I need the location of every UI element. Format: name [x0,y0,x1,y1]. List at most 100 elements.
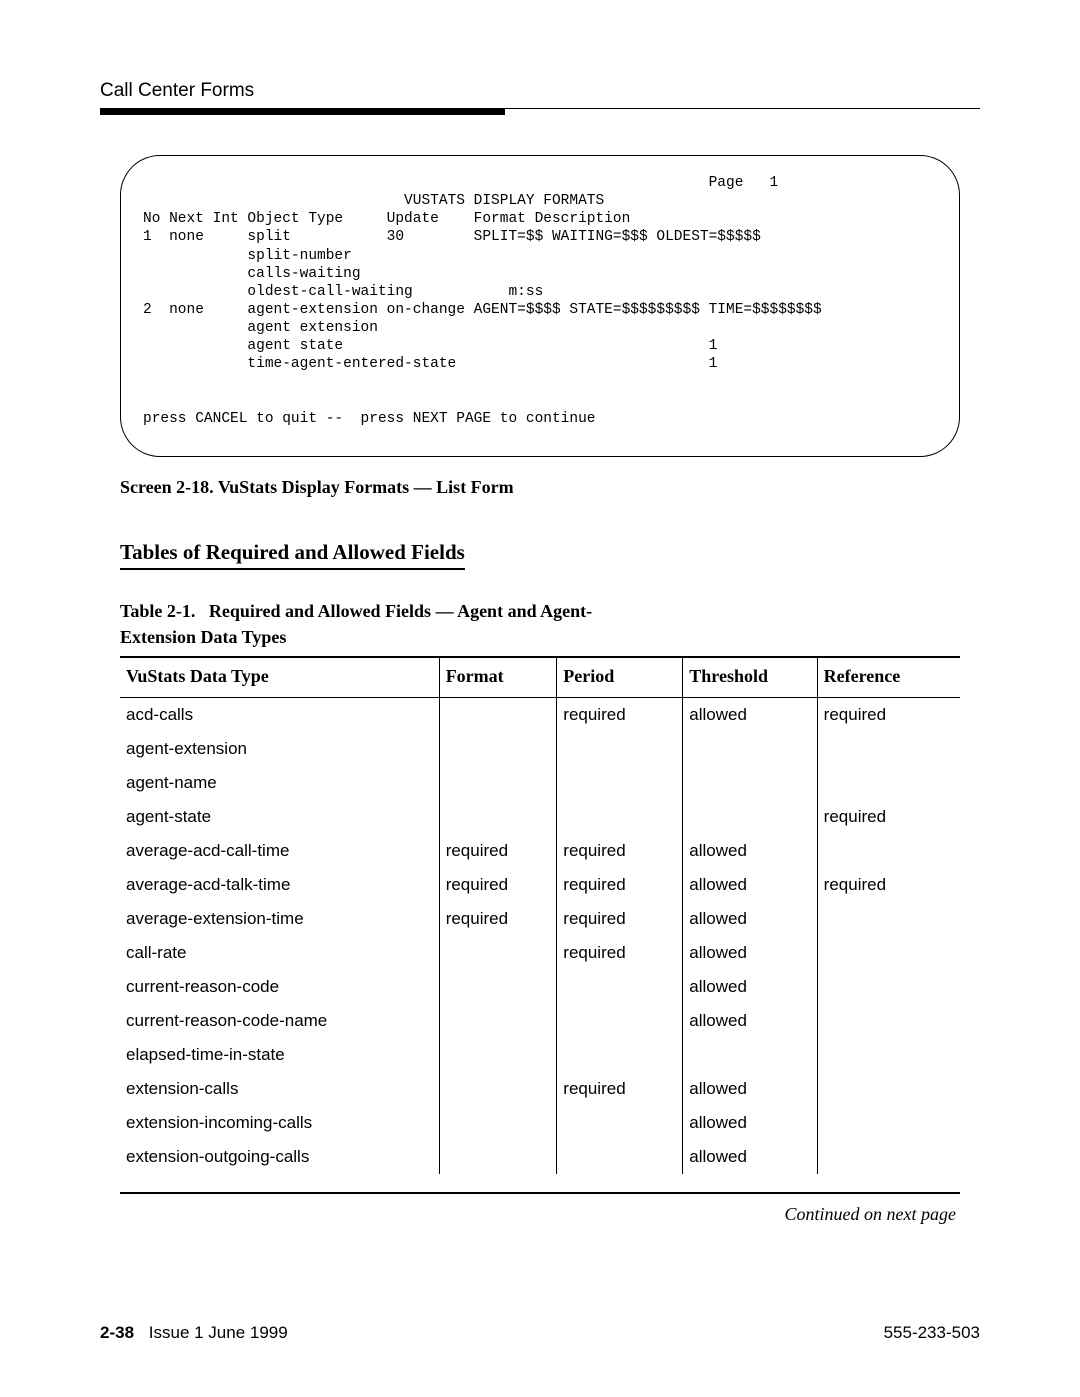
table-cell [557,1004,683,1038]
table-cell [557,766,683,800]
table-cell [817,936,960,970]
table-row: current-reason-codeallowed [120,970,960,1004]
table-caption-label: Table 2-1. [120,601,195,621]
table-cell: average-acd-call-time [120,834,439,868]
table-cell [817,834,960,868]
table-cell [557,1140,683,1174]
issue-text: Issue 1 June 1999 [149,1323,288,1342]
table-cell: extension-incoming-calls [120,1106,439,1140]
table-end-rule [120,1192,960,1194]
table-row: extension-outgoing-calls allowed [120,1140,960,1174]
table-cell: required [439,834,557,868]
table-row: average-acd-call-timerequiredrequiredall… [120,834,960,868]
table-row: elapsed-time-in-state [120,1038,960,1072]
table-cell [817,902,960,936]
table-cell: agent-extension [120,732,439,766]
table-row: average-acd-talk-timerequiredrequiredall… [120,868,960,902]
header-rule-thick [100,109,505,115]
table-cell: allowed [683,868,817,902]
table-cell: allowed [683,970,817,1004]
table-cell: average-extension-time [120,902,439,936]
section-heading: Tables of Required and Allowed Fields [120,540,465,570]
table-cell: agent-state [120,800,439,834]
table-cell: required [557,936,683,970]
table-cell [817,1106,960,1140]
table-cell [439,800,557,834]
table-cell: required [557,1072,683,1106]
table-cell: required [557,697,683,732]
table-row: agent-extension [120,732,960,766]
table-cell: required [817,868,960,902]
table-row: agent-name [120,766,960,800]
col-header: Period [557,657,683,698]
table-cell [683,800,817,834]
page: Call Center Forms Page 1 VUSTATS DISPLAY… [0,0,1080,1397]
table-cell [439,732,557,766]
table-cell [439,1072,557,1106]
table-cell: allowed [683,834,817,868]
table-cell [557,732,683,766]
table-cell [557,1038,683,1072]
table-caption: Table 2-1. Required and Allowed Fields —… [120,598,660,650]
table-cell [557,800,683,834]
table-cell: required [439,868,557,902]
footer-left: 2-38 Issue 1 June 1999 [100,1323,288,1343]
running-header: Call Center Forms [100,80,980,102]
table-cell [817,970,960,1004]
table-cell: required [439,902,557,936]
table-cell [439,1004,557,1038]
col-header: VuStats Data Type [120,657,439,698]
table-cell: allowed [683,902,817,936]
table-cell: required [557,902,683,936]
table-cell: acd-calls [120,697,439,732]
table-cell [817,732,960,766]
col-header: Format [439,657,557,698]
table-wrapper: VuStats Data Type Format Period Threshol… [120,656,960,1174]
table-cell: allowed [683,1140,817,1174]
table-cell [439,970,557,1004]
table-cell: required [817,697,960,732]
terminal-screen: Page 1 VUSTATS DISPLAY FORMATS No Next I… [120,155,960,457]
page-footer: 2-38 Issue 1 June 1999 555-233-503 [100,1323,980,1343]
table-cell [817,1072,960,1106]
table-cell [439,766,557,800]
doc-number: 555-233-503 [884,1323,980,1343]
table-cell [439,936,557,970]
table-cell [683,766,817,800]
table-row: extension-incoming-calls allowed [120,1106,960,1140]
table-cell: average-acd-talk-time [120,868,439,902]
table-cell [439,697,557,732]
table-cell [439,1106,557,1140]
table-body: acd-callsrequiredallowedrequiredagent-ex… [120,697,960,1174]
table-row: call-rate requiredallowed [120,936,960,970]
table-header-row: VuStats Data Type Format Period Threshol… [120,657,960,698]
table-cell: required [557,868,683,902]
table-cell: elapsed-time-in-state [120,1038,439,1072]
table-cell [439,1140,557,1174]
table-cell: required [557,834,683,868]
table-cell [817,1004,960,1038]
col-header: Reference [817,657,960,698]
table-cell [683,732,817,766]
fields-table: VuStats Data Type Format Period Threshol… [120,656,960,1174]
table-cell: extension-calls [120,1072,439,1106]
table-cell: allowed [683,936,817,970]
table-cell [817,1038,960,1072]
table-cell: extension-outgoing-calls [120,1140,439,1174]
table-cell: allowed [683,1004,817,1038]
table-cell: allowed [683,1106,817,1140]
table-cell: call-rate [120,936,439,970]
table-cell: required [817,800,960,834]
page-number: 2-38 [100,1323,134,1342]
col-header: Threshold [683,657,817,698]
table-cell: current-reason-code-name [120,1004,439,1038]
table-row: agent-state required [120,800,960,834]
table-row: average-extension-timerequiredrequiredal… [120,902,960,936]
table-row: current-reason-code-name allowed [120,1004,960,1038]
screen-caption: Screen 2-18. VuStats Display Formats — L… [120,477,980,498]
table-cell [817,1140,960,1174]
table-cell [557,1106,683,1140]
table-cell: allowed [683,1072,817,1106]
table-cell: agent-name [120,766,439,800]
continued-note: Continued on next page [100,1204,956,1225]
